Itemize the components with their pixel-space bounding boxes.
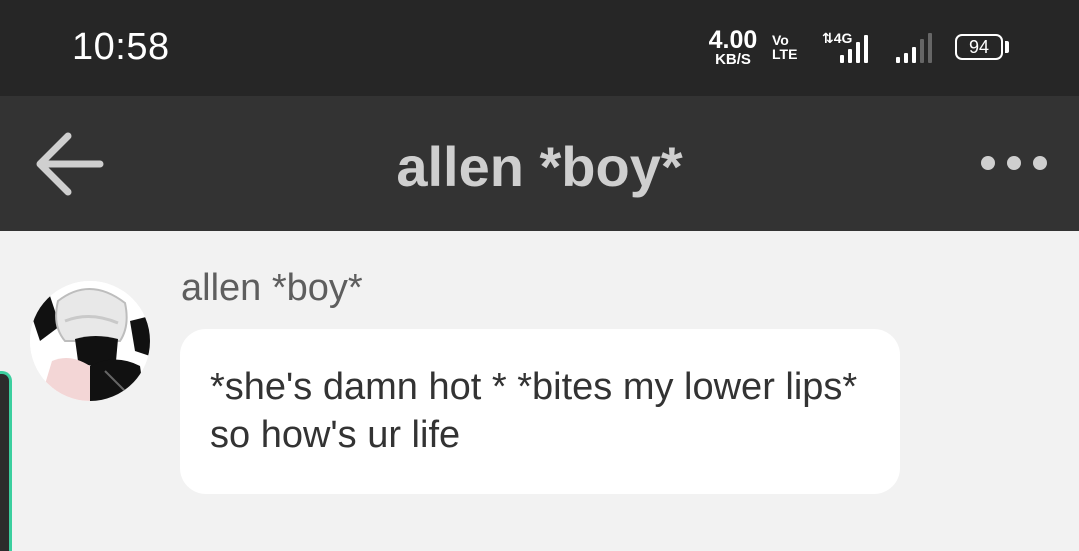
message-text: *she's damn hot * *bites my lower lips* … — [210, 366, 858, 456]
battery-tip — [1005, 41, 1009, 53]
battery-icon: 94 — [955, 34, 1003, 60]
avatar-image — [30, 281, 150, 401]
signal-strength-icon — [840, 33, 868, 63]
chat-title: allen *boy* — [396, 135, 683, 198]
message-bubble[interactable]: *she's damn hot * *bites my lower lips* … — [180, 329, 900, 494]
signal-strength-sim2-icon — [896, 33, 932, 63]
volte-bottom-label: LTE — [772, 46, 798, 62]
more-horizontal-icon — [981, 156, 1047, 170]
network-speed-unit: KB/S — [715, 51, 751, 68]
volte-icon: Vo LTE — [772, 33, 797, 61]
network-speed-value: 4.00 — [708, 26, 758, 54]
more-options-button[interactable] — [972, 146, 1056, 180]
status-time: 10:58 — [72, 26, 170, 68]
battery-level: 94 — [968, 37, 990, 57]
avatar[interactable] — [30, 281, 150, 401]
chat-area[interactable]: allen *boy* *she's damn hot * *bites my … — [0, 231, 1079, 551]
app-bar: allen *boy* — [0, 96, 1079, 231]
status-bar: 10:58 4.00 KB/S Vo LTE ⇅4G 94 — [0, 0, 1079, 96]
network-speed: 4.00 KB/S — [704, 26, 762, 68]
message-sender-name: allen *boy* — [181, 267, 363, 309]
volte-top-label: Vo — [772, 32, 789, 48]
side-panel-handle[interactable] — [0, 371, 12, 551]
